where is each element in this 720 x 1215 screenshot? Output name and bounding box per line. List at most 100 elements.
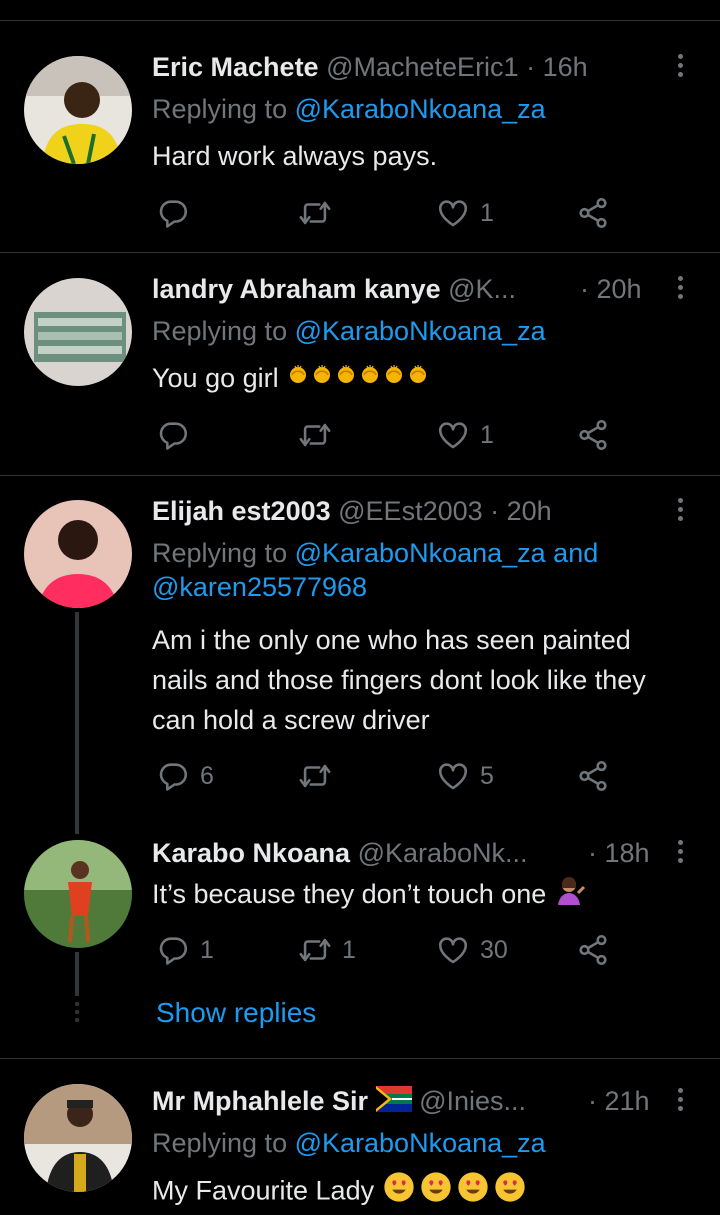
reply-icon <box>156 196 190 230</box>
more-icon[interactable] <box>672 50 688 84</box>
more-icon[interactable] <box>672 836 688 870</box>
like-icon <box>436 759 470 793</box>
mention-link[interactable]: @KaraboNkoana_za <box>295 94 546 124</box>
share-button[interactable] <box>576 756 610 796</box>
tweet-header: Elijah est2003 @EEst2003 · 20h <box>152 494 664 528</box>
like-count: 1 <box>480 198 494 227</box>
display-name[interactable]: Elijah est2003 <box>152 496 331 526</box>
retweet-icon <box>298 196 332 230</box>
replying-to: Replying to @KaraboNkoana_za <box>152 314 546 348</box>
reply-icon <box>156 759 190 793</box>
heart-eyes-emoji <box>382 1170 530 1215</box>
share-icon <box>576 759 610 793</box>
tweet-text: Am i the only one who has seen painted n… <box>152 625 646 735</box>
avatar[interactable] <box>24 1084 132 1192</box>
top-divider <box>0 20 720 21</box>
tweet-text: You go girl <box>152 358 690 400</box>
thread-line <box>75 612 79 834</box>
like-button[interactable]: 1 <box>436 193 494 233</box>
share-button[interactable] <box>576 930 610 970</box>
retweet-icon <box>298 759 332 793</box>
share-icon <box>576 933 610 967</box>
tipping-hand-emoji <box>554 875 588 916</box>
like-button[interactable]: 30 <box>436 930 508 970</box>
replying-to: Replying to @KaraboNkoana_za <box>152 92 546 126</box>
display-name[interactable]: Mr Mphahlele Sir <box>152 1086 368 1116</box>
tweet-text: It’s because they don’t touch one <box>152 874 690 916</box>
tweet-actions: 1 <box>152 193 632 233</box>
mention-link[interactable]: @KaraboNkoana_za <box>295 538 546 568</box>
replying-and: and <box>545 538 599 568</box>
reply-count: 1 <box>200 935 214 964</box>
like-count: 5 <box>480 761 494 790</box>
replying-label: Replying to <box>152 538 295 568</box>
tweet-text-content: It’s because they don’t touch one <box>152 879 547 909</box>
reply-count: 6 <box>200 761 214 790</box>
mention-link[interactable]: @KaraboNkoana_za <box>295 1128 546 1158</box>
avatar[interactable] <box>24 56 132 164</box>
south-africa-flag <box>375 1085 412 1120</box>
reply-button[interactable] <box>156 193 200 233</box>
user-handle[interactable]: @K... <box>448 274 516 304</box>
tweet-actions: 1 <box>152 415 632 455</box>
tweet-text: My Favourite Lady <box>152 1170 690 1215</box>
share-button[interactable] <box>576 415 610 455</box>
more-icon[interactable] <box>672 494 688 528</box>
like-button[interactable]: 1 <box>436 415 494 455</box>
avatar[interactable] <box>24 840 132 948</box>
timestamp[interactable]: · 18h <box>588 836 650 870</box>
tweet-actions: 1 1 30 <box>152 930 632 970</box>
reply-button[interactable] <box>156 415 200 455</box>
thread-line <box>75 952 79 996</box>
tweet-header: Eric Machete @MacheteEric1 · 16h <box>152 50 664 84</box>
user-handle[interactable]: @EEst2003 <box>338 496 483 526</box>
tweet-text-content: You go girl <box>152 363 279 393</box>
tweet-header: landry Abraham kanye @K... <box>152 272 570 306</box>
more-icon[interactable] <box>672 1084 688 1118</box>
avatar[interactable] <box>24 278 132 386</box>
like-button[interactable]: 5 <box>436 756 494 796</box>
like-count: 1 <box>480 420 494 449</box>
replying-label: Replying to <box>152 316 295 346</box>
tweet-actions: 6 5 <box>152 756 632 796</box>
user-handle[interactable]: @MacheteEric1 <box>326 52 518 82</box>
user-handle[interactable]: @Inies... <box>419 1086 526 1116</box>
replying-label: Replying to <box>152 1128 295 1158</box>
like-icon <box>436 196 470 230</box>
show-replies-link[interactable]: Show replies <box>156 996 316 1030</box>
divider <box>0 252 720 253</box>
reply-button[interactable]: 1 <box>156 930 214 970</box>
user-handle[interactable]: @KaraboNk... <box>358 838 528 868</box>
divider <box>0 1058 720 1059</box>
avatar[interactable] <box>24 500 132 608</box>
retweet-button[interactable] <box>298 415 342 455</box>
timestamp[interactable]: · 16h <box>526 52 588 82</box>
display-name[interactable]: landry Abraham kanye <box>152 274 441 304</box>
raising-hands-emoji <box>286 359 436 400</box>
share-button[interactable] <box>576 193 610 233</box>
mention-link[interactable]: @KaraboNkoana_za <box>295 316 546 346</box>
replying-to: Replying to @KaraboNkoana_za <box>152 1126 546 1160</box>
retweet-icon <box>298 933 332 967</box>
retweet-button[interactable]: 1 <box>298 930 356 970</box>
reply-icon <box>156 933 190 967</box>
timestamp[interactable]: · 21h <box>588 1084 650 1118</box>
reply-button[interactable]: 6 <box>156 756 214 796</box>
tweet-header: Mr Mphahlele Sir @Inies... <box>152 1084 570 1120</box>
more-icon[interactable] <box>672 272 688 306</box>
thread-dots <box>75 1002 79 1026</box>
mention-link-2[interactable]: @karen25577968 <box>152 572 367 602</box>
retweet-button[interactable] <box>298 756 342 796</box>
timestamp[interactable]: · 20h <box>490 496 552 526</box>
share-icon <box>576 196 610 230</box>
divider <box>0 475 720 476</box>
display-name[interactable]: Eric Machete <box>152 52 319 82</box>
display-name[interactable]: Karabo Nkoana <box>152 838 350 868</box>
retweet-count: 1 <box>342 935 356 964</box>
retweet-button[interactable] <box>298 193 342 233</box>
tweet-header: Karabo Nkoana @KaraboNk... <box>152 836 570 870</box>
reply-icon <box>156 418 190 452</box>
tweet-text-content: My Favourite Lady <box>152 1175 375 1206</box>
tweet-text: Hard work always pays. <box>152 141 438 171</box>
timestamp[interactable]: · 20h <box>580 272 642 306</box>
